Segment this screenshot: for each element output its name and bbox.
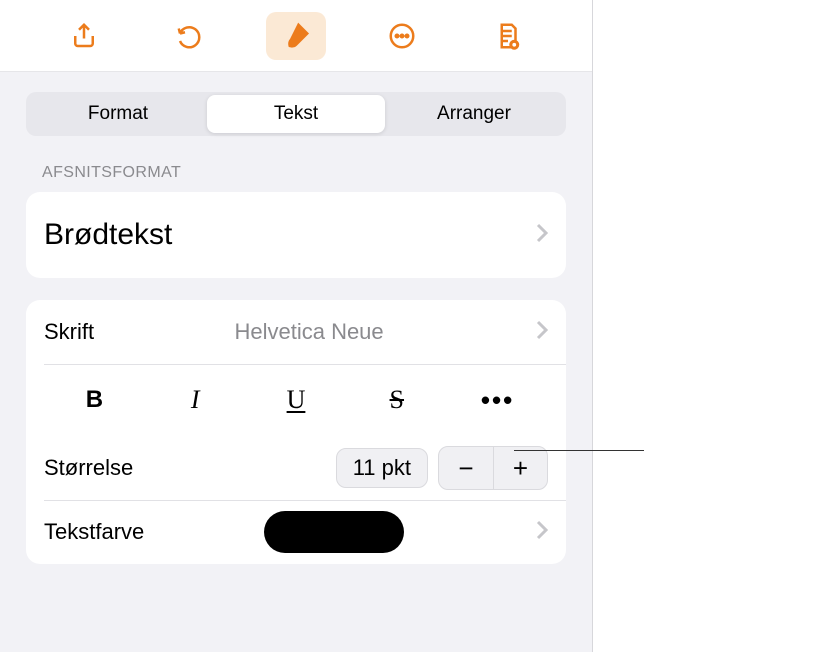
font-label: Skrift [44,319,94,345]
text-more-button[interactable]: ••• [447,385,548,416]
format-panel: Format Tekst Arranger AFSNITSFORMAT Brød… [0,0,593,652]
tab-format[interactable]: Format [29,95,207,133]
size-row: Størrelse 11 pkt − + [26,436,566,500]
chevron-right-icon [536,520,548,545]
chevron-right-icon [536,320,548,345]
size-label: Størrelse [44,455,133,481]
segmented-tabs: Format Tekst Arranger [0,72,592,136]
font-row[interactable]: Skrift Helvetica Neue [26,300,566,364]
callout-line [514,450,644,451]
share-button[interactable] [54,12,114,60]
strike-button[interactable]: S [346,370,447,430]
text-properties-card: Skrift Helvetica Neue B I U S ••• Større… [26,300,566,564]
chevron-right-icon [536,223,548,248]
underline-button[interactable]: U [246,370,347,430]
inspector-button[interactable] [478,12,538,60]
section-header-paragraph: AFSNITSFORMAT [0,136,592,192]
more-button[interactable] [372,12,432,60]
text-color-label: Tekstfarve [44,519,144,545]
paragraph-style-name: Brødtekst [44,192,172,278]
paragraph-style-card: Brødtekst [26,192,566,278]
bold-button[interactable]: B [44,370,145,430]
text-color-swatch[interactable] [264,511,404,553]
paragraph-style-row[interactable]: Brødtekst [26,192,566,278]
size-increase-button[interactable]: + [493,447,547,489]
undo-button[interactable] [160,12,220,60]
font-value: Helvetica Neue [234,319,395,345]
size-stepper: − + [438,446,548,490]
top-toolbar [0,0,592,72]
size-decrease-button[interactable]: − [439,447,493,489]
text-color-row[interactable]: Tekstfarve [26,500,566,564]
text-style-row: B I U S ••• [26,364,566,436]
italic-button[interactable]: I [145,370,246,430]
tab-text[interactable]: Tekst [207,95,385,133]
size-value[interactable]: 11 pkt [336,448,428,488]
format-brush-button[interactable] [266,12,326,60]
tab-arrange[interactable]: Arranger [385,95,563,133]
